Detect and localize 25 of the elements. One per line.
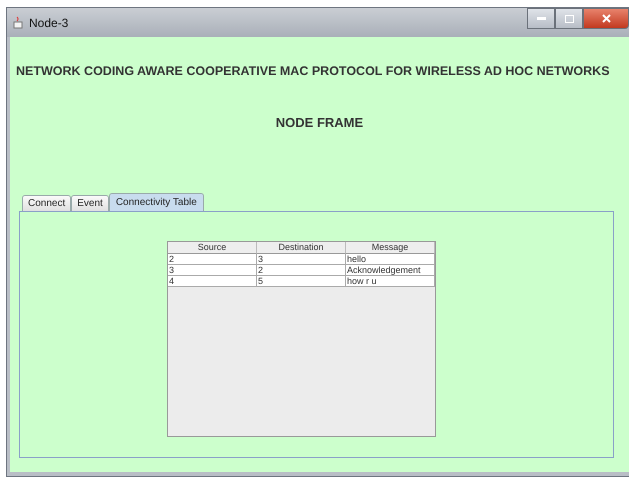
table-cell: 3 [257, 254, 346, 265]
table-cell: Acknowledgement [346, 265, 435, 276]
app-heading: NETWORK CODING AWARE COOPERATIVE MAC PROTOCOL FOR WIRELESS AD HOC NETWORKS [16, 64, 611, 78]
table-cell: 5 [257, 276, 346, 287]
java-cup-icon [13, 16, 24, 29]
table-cell: 4 [168, 276, 257, 287]
column-header[interactable]: Message [346, 242, 435, 254]
column-header[interactable]: Source [168, 242, 257, 254]
table-cell: 2 [257, 265, 346, 276]
window-title: Node-3 [29, 16, 70, 30]
table-cell: 3 [168, 265, 257, 276]
table-cell: 2 [168, 254, 257, 265]
minimize-icon [536, 17, 546, 20]
close-icon [602, 14, 610, 23]
minimize-button[interactable] [527, 8, 555, 29]
tab[interactable]: Connect [22, 195, 72, 211]
frame-heading: NODE FRAME [274, 115, 364, 130]
tab[interactable]: Connectivity Table [108, 193, 204, 211]
maximize-icon [564, 14, 574, 22]
close-button[interactable] [583, 8, 629, 29]
tab[interactable]: Event [71, 195, 109, 211]
table-cell: hello [346, 254, 435, 265]
maximize-button[interactable] [555, 8, 583, 29]
table-cell: how r u [346, 276, 435, 287]
column-header[interactable]: Destination [257, 242, 346, 254]
